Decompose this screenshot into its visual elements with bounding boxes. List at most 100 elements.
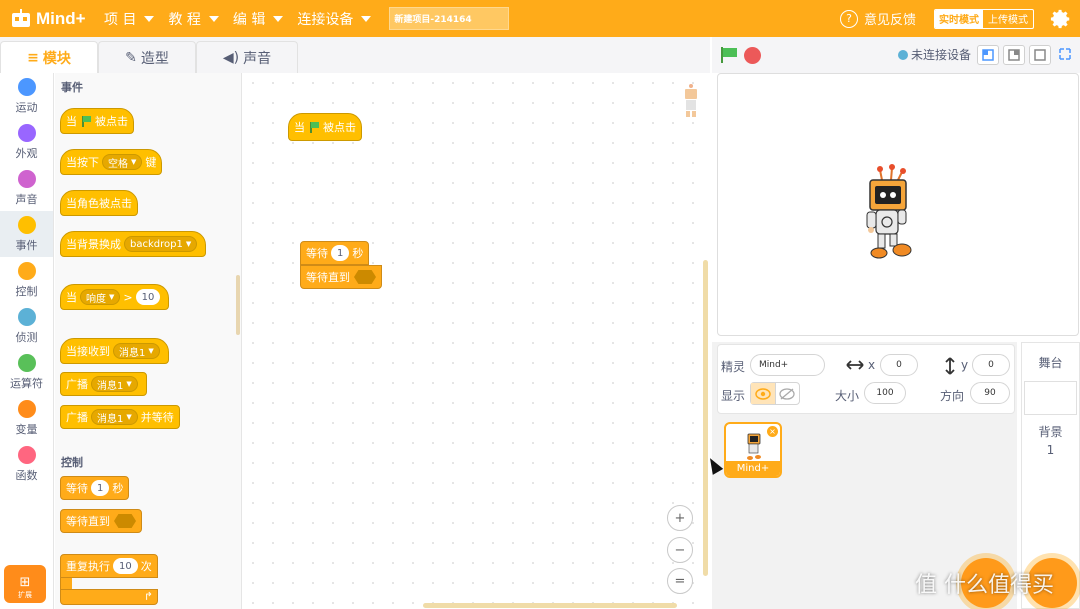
normal-stage-button[interactable] [1003,45,1025,65]
script-wait-seconds[interactable]: 等待 1 秒 [300,241,370,265]
loudness-dropdown[interactable]: 响度 ▼ [80,289,121,305]
show-label: 显示 [721,389,746,403]
gear-icon[interactable] [1050,8,1072,30]
brush-icon: ✎ [125,49,137,66]
script-when-flag-clicked[interactable]: 当 被点击 [288,113,362,141]
y-input[interactable]: 0 [972,354,1010,376]
eye-off-icon [779,387,795,400]
stage[interactable] [717,73,1079,336]
extensions-button[interactable]: ⊞ 扩展 [4,565,46,603]
category-variables[interactable]: 变量 [0,395,53,441]
x-input[interactable]: 0 [880,354,918,376]
dropdown-value: 空格 [108,158,128,170]
script-wait-until[interactable]: 等待直到 [300,265,382,289]
block-broadcast-and-wait[interactable]: 广播 消息1 ▼ 并等待 [60,405,180,429]
fullscreen-button[interactable] [1055,45,1077,65]
backdrop-dropdown[interactable]: backdrop1 ▼ [124,236,198,252]
message-dropdown[interactable]: 消息1 ▼ [91,376,138,392]
block-when-receive[interactable]: 当接收到 消息1 ▼ [60,338,169,364]
zoom-reset-button[interactable]: = [667,568,693,594]
topbar-right: ? 意见反馈 实时模式 上传模式 [839,0,1080,37]
category-events[interactable]: 事件 [0,211,53,257]
hide-button[interactable] [776,383,800,404]
question-icon: ? [839,9,858,28]
number-input[interactable]: 1 [331,245,350,261]
delete-sprite-icon[interactable]: × [767,426,778,437]
mind-plus-robot-sprite[interactable] [862,164,916,264]
block-when-key-pressed[interactable]: 当按下 空格 ▼ 键 [60,149,163,175]
palette-scrollbar[interactable] [236,275,240,335]
canvas-horizontal-scrollbar[interactable] [423,603,677,608]
boolean-slot[interactable] [354,270,376,284]
stop-button[interactable] [744,47,761,64]
block-when-loudness-greater[interactable]: 当响度 ▼ >10 [60,284,170,310]
mode-switch: 实时模式 上传模式 [934,8,1034,29]
green-flag-button[interactable] [720,47,738,63]
visibility-toggle [750,382,800,405]
category-motion[interactable]: 运动 [0,73,53,119]
message-dropdown[interactable]: 消息1 ▼ [91,409,138,425]
number-input[interactable]: 1 [91,480,110,496]
block-when-backdrop-switches[interactable]: 当背景换成 backdrop1 ▼ [60,231,207,257]
category-control[interactable]: 控制 [0,257,53,303]
x-label: x [868,358,876,372]
zoom-in-icon: + [674,510,686,526]
size-input[interactable]: 100 [864,382,906,404]
app-logo[interactable]: Mind+ [10,8,90,29]
zoom-out-button[interactable]: − [667,537,693,563]
number-input[interactable]: 10 [135,289,161,305]
key-dropdown[interactable]: 空格 ▼ [102,154,143,170]
block-wait-until[interactable]: 等待直到 [60,509,142,533]
connection-status[interactable]: 未连接设备 [898,46,971,63]
small-stage-button[interactable] [977,45,999,65]
tab-sounds[interactable]: ◀) 声音 [196,41,298,73]
chevron-down-icon [361,15,372,22]
category-dot [17,215,36,234]
realtime-mode-button[interactable]: 实时模式 [935,9,983,28]
dropdown-value: 消息1 [97,380,124,392]
block-when-flag-clicked[interactable]: 当 被点击 [60,108,134,134]
number-input[interactable]: 10 [113,558,138,574]
category-dot [17,169,36,188]
large-stage-icon [1034,49,1046,61]
feedback-button[interactable]: ? 意见反馈 [839,9,916,28]
menu-connect-device[interactable]: 连接设备 [297,9,372,29]
canvas-vertical-scrollbar[interactable] [703,260,708,576]
category-operators[interactable]: 运算符 [0,349,53,395]
category-dot [17,353,36,372]
stage-thumbnail[interactable] [1024,381,1077,415]
zoom-in-button[interactable]: + [667,505,693,531]
category-functions[interactable]: 函数 [0,441,53,487]
menu-label: 教 程 [168,11,201,28]
editor-tabs: ≡ 模块 ✎ 造型 ◀) 声音 [0,37,710,73]
block-wait-seconds[interactable]: 等待 1 秒 [60,476,130,500]
category-menu: 运动 外观 声音 事件 控制 侦测 运算符 变量 函数 ⊞ 扩展 [0,73,54,609]
stage-title: 舞台 [1038,356,1063,370]
menu-tutorial[interactable]: 教 程 [168,9,219,29]
project-name-input[interactable]: 新建项目-214164 [389,7,510,30]
show-button[interactable] [751,383,776,404]
message-dropdown[interactable]: 消息1 ▼ [113,343,160,359]
menu-edit[interactable]: 编 辑 [233,9,284,29]
sprite-thumbnail[interactable]: × Mind+ [724,422,782,478]
block-repeat[interactable]: 重复执行 10 次 [60,554,158,578]
boolean-slot[interactable] [114,514,136,528]
size-label: 大小 [835,389,860,403]
tab-blocks[interactable]: ≡ 模块 [0,41,98,73]
category-sensing[interactable]: 侦测 [0,303,53,349]
block-broadcast[interactable]: 广播 消息1 ▼ [60,372,147,396]
chevron-down-icon [144,15,155,22]
upload-mode-button[interactable]: 上传模式 [983,10,1033,28]
large-stage-button[interactable] [1029,45,1051,65]
menu-label: 项 目 [104,11,137,28]
block-when-sprite-clicked[interactable]: 当角色被点击 [60,190,138,216]
script-canvas[interactable]: 当 被点击 等待 1 秒 等待直到 + − = [243,73,710,609]
category-sound[interactable]: 声音 [0,165,53,211]
sprite-name-input[interactable]: Mind+ [750,354,825,376]
chevron-down-icon: ▼ [126,413,132,421]
direction-input[interactable]: 90 [970,382,1010,404]
menu-project[interactable]: 项 目 [104,9,155,29]
category-looks[interactable]: 外观 [0,119,53,165]
section-title-control: 控制 [61,456,83,469]
tab-costumes[interactable]: ✎ 造型 [98,41,196,73]
